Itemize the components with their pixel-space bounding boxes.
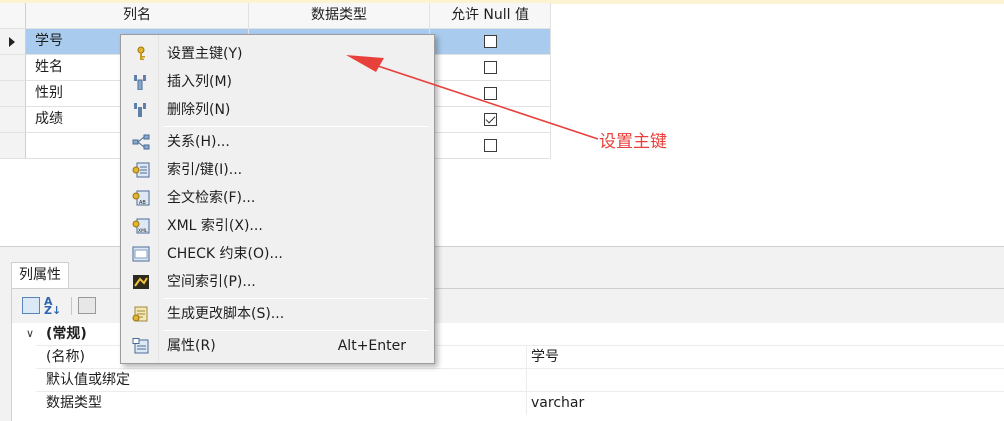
property-row[interactable]: 默认值或绑定 (12, 369, 1004, 392)
header-allow-null[interactable]: 允许 Null 值 (430, 3, 551, 29)
menu-item-label: CHECK 约束(O)... (167, 246, 283, 262)
check-constraint-icon (132, 246, 150, 262)
allow-null-cell (430, 55, 551, 81)
menu-item-set-primary-key[interactable]: 设置主键(Y) (123, 41, 432, 67)
menu-item-label: 索引/键(I)... (167, 162, 243, 178)
properties-icon (132, 338, 149, 354)
menu-item-delete-column[interactable]: 删除列(N) (123, 97, 432, 123)
property-pages-icon[interactable] (78, 297, 96, 314)
delete-column-icon (134, 103, 146, 117)
primary-key-icon (137, 46, 145, 61)
generate-script-icon (132, 306, 148, 322)
menu-separator (163, 126, 429, 127)
toolbar-separator (71, 297, 72, 315)
alphabetical-sort-icon[interactable]: A Z↓ (44, 296, 62, 316)
allow-null-checkbox[interactable] (484, 35, 497, 48)
menu-item-label: 删除列(N) (167, 102, 231, 118)
allow-null-cell (430, 133, 551, 159)
menu-item-index-keys[interactable]: 索引/键(I)... (123, 157, 432, 183)
current-row-arrow-icon (9, 37, 15, 47)
categorized-view-icon[interactable] (22, 297, 40, 314)
property-name: (名称) (46, 349, 85, 365)
header-column-name[interactable]: 列名 (26, 3, 249, 29)
svg-text:AB: AB (139, 200, 146, 206)
menu-item-relationships[interactable]: 关系(H)... (123, 129, 432, 155)
menu-separator (163, 330, 429, 331)
context-menu: 设置主键(Y) 插入列(M) 删除列(N) 关系(H)... 索引/键(I)..… (120, 34, 435, 364)
column-divider (526, 369, 527, 392)
menu-item-spatial-index[interactable]: 空间索引(P)... (123, 269, 432, 295)
insert-column-icon (134, 75, 146, 90)
grid-header-row: 列名 数据类型 允许 Null 值 (0, 3, 551, 29)
row-header-corner (0, 3, 26, 29)
property-row[interactable]: 数据类型 varchar (12, 392, 1004, 415)
row-selector[interactable] (0, 81, 26, 107)
annotation-label: 设置主键 (599, 132, 667, 152)
menu-item-generate-change-script[interactable]: 生成更改脚本(S)... (123, 301, 432, 327)
allow-null-checkbox[interactable] (484, 139, 497, 152)
row-selector[interactable] (0, 133, 26, 159)
menu-item-check-constraint[interactable]: CHECK 约束(O)... (123, 241, 432, 267)
xml-index-icon: XML (132, 218, 150, 234)
menu-item-label: XML 索引(X)... (167, 218, 263, 234)
allow-null-cell (430, 81, 551, 107)
column-divider (526, 392, 527, 415)
menu-item-label: 生成更改脚本(S)... (167, 306, 285, 322)
property-value[interactable]: 学号 (531, 346, 559, 368)
property-name: 默认值或绑定 (46, 372, 130, 388)
allow-null-checkbox-checked[interactable] (484, 113, 497, 126)
chevron-down-icon[interactable]: ∨ (26, 323, 34, 345)
column-divider (526, 346, 527, 369)
allow-null-checkbox[interactable] (484, 61, 497, 74)
menu-separator (163, 298, 429, 299)
group-label: (常规) (46, 326, 87, 342)
allow-null-cell (430, 107, 551, 133)
spatial-index-icon (133, 275, 149, 289)
menu-item-label: 设置主键(Y) (167, 46, 243, 62)
menu-item-label: 属性(R) (167, 338, 216, 354)
tab-column-properties[interactable]: 列属性 (11, 262, 69, 289)
menu-item-label: 全文检索(F)... (167, 190, 256, 206)
menu-item-xml-index[interactable]: XML XML 索引(X)... (123, 213, 432, 239)
svg-text:XML: XML (138, 228, 148, 234)
fulltext-index-icon: AB (132, 190, 150, 206)
allow-null-checkbox[interactable] (484, 87, 497, 100)
menu-item-insert-column[interactable]: 插入列(M) (123, 69, 432, 95)
row-selector[interactable] (0, 107, 26, 133)
menu-item-label: 插入列(M) (167, 74, 233, 90)
menu-item-fulltext-index[interactable]: AB 全文检索(F)... (123, 185, 432, 211)
row-selector[interactable] (0, 55, 26, 81)
menu-item-label: 关系(H)... (167, 134, 230, 150)
row-selector[interactable] (0, 29, 26, 55)
property-name: 数据类型 (46, 395, 102, 411)
menu-item-properties[interactable]: 属性(R) Alt+Enter (123, 333, 432, 359)
menu-item-shortcut: Alt+Enter (337, 338, 406, 354)
allow-null-cell (430, 29, 551, 55)
property-value[interactable]: varchar (531, 392, 584, 414)
header-data-type[interactable]: 数据类型 (249, 3, 430, 29)
menu-item-label: 空间索引(P)... (167, 274, 256, 290)
index-keys-icon (132, 162, 150, 178)
relationships-icon (132, 134, 150, 150)
